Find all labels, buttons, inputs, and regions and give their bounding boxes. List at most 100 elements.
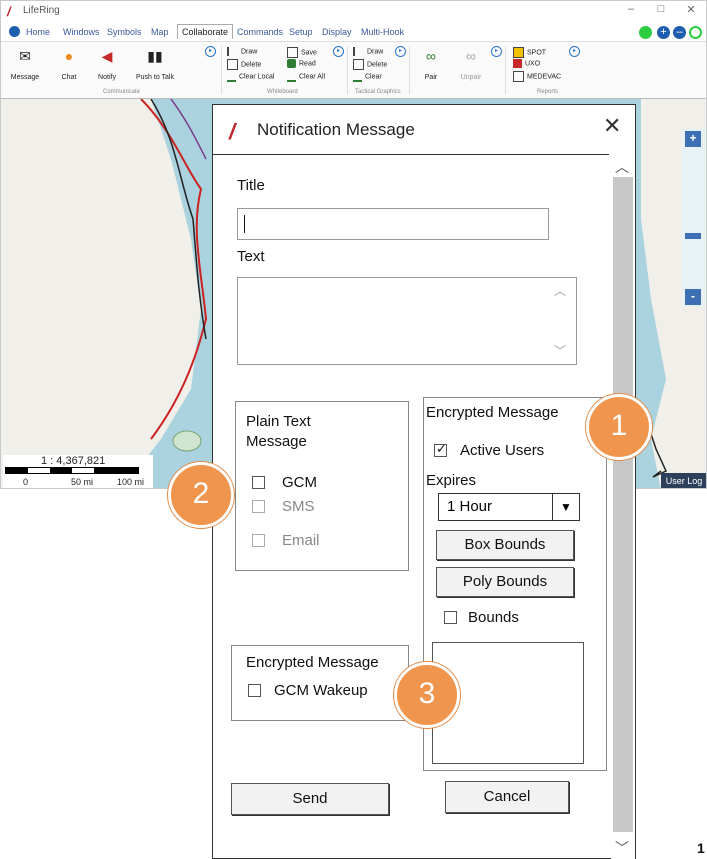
unlink-icon: ∞ bbox=[466, 48, 476, 64]
pairing-expand-icon[interactable]: ▸ bbox=[491, 46, 502, 57]
menu-map[interactable]: Map bbox=[151, 27, 169, 37]
gps-icon[interactable] bbox=[689, 26, 702, 39]
page-number: 1 bbox=[697, 840, 705, 856]
group-label-tactical: Tactical Graphics bbox=[355, 89, 401, 95]
lifering-logo-icon: / bbox=[229, 119, 236, 144]
plain-text-label: Plain Text Message bbox=[246, 413, 311, 450]
dialog-close-button[interactable]: ✕ bbox=[603, 113, 621, 139]
encrypted-wakeup-group: Encrypted Message GCM Wakeup bbox=[231, 645, 409, 721]
wb-draw-item[interactable]: Draw bbox=[227, 47, 257, 56]
group-divider bbox=[505, 46, 506, 94]
close-button[interactable]: ✕ bbox=[681, 3, 701, 16]
title-bar: / LifeRing – □ ✕ bbox=[1, 1, 706, 23]
scale-tick: 100 mi bbox=[117, 477, 145, 487]
scale-tick: 0 bbox=[23, 477, 29, 487]
whiteboard-expand-icon[interactable]: ▸ bbox=[333, 46, 344, 57]
island bbox=[172, 430, 202, 452]
app-logo-icon: / bbox=[7, 4, 11, 19]
push-to-talk-button[interactable]: ▮▮ Push to Talk bbox=[127, 48, 183, 81]
minimize-button[interactable]: – bbox=[621, 3, 641, 15]
menu-home[interactable]: Home bbox=[26, 27, 50, 37]
box-bounds-button[interactable]: Box Bounds bbox=[436, 530, 574, 560]
message-button[interactable]: ✉ Message bbox=[3, 48, 47, 81]
tactical-expand-icon[interactable]: ▸ bbox=[395, 46, 406, 57]
cancel-button[interactable]: Cancel bbox=[445, 781, 569, 813]
wb-delete-item[interactable]: Delete bbox=[227, 59, 261, 70]
group-divider bbox=[221, 46, 222, 94]
tg-delete-item[interactable]: Delete bbox=[353, 59, 387, 70]
tg-clear-item[interactable]: Clear bbox=[353, 71, 382, 82]
sms-checkbox[interactable] bbox=[252, 500, 265, 513]
send-button[interactable]: Send bbox=[231, 783, 389, 815]
scale-ratio: 1 : 4,367,821 bbox=[41, 455, 106, 467]
user-log-button[interactable]: User Log bbox=[661, 473, 706, 488]
scroll-up-icon[interactable]: ︿ bbox=[615, 157, 629, 177]
expires-select[interactable]: 1 Hour ▼ bbox=[438, 493, 580, 521]
poly-bounds-button[interactable]: Poly Bounds bbox=[436, 567, 574, 597]
title-input[interactable] bbox=[237, 208, 549, 240]
add-icon[interactable]: + bbox=[657, 26, 670, 39]
title-label: Title bbox=[237, 177, 265, 194]
app-menu-icon[interactable] bbox=[9, 26, 20, 37]
report-spot-item[interactable]: SPOT bbox=[513, 47, 546, 58]
medevac-report-icon bbox=[513, 71, 524, 82]
scale-segment bbox=[6, 468, 28, 473]
bounds-label: Bounds bbox=[468, 609, 519, 626]
report-uxo-item[interactable]: UXO bbox=[513, 59, 540, 68]
text-area[interactable]: ︿ ﹀ bbox=[237, 277, 577, 365]
wb-read-item[interactable]: Read bbox=[287, 59, 316, 68]
wb-clear-local-item[interactable]: Clear Local bbox=[227, 71, 274, 82]
menu-commands[interactable]: Commands bbox=[237, 27, 283, 37]
menu-multi-hook[interactable]: Multi-Hook bbox=[361, 27, 404, 37]
menu-collaborate[interactable]: Collaborate bbox=[177, 24, 234, 39]
menu-bar: Home Windows Symbols Map Collaborate Com… bbox=[1, 23, 706, 42]
scroll-down-icon[interactable]: ﹀ bbox=[615, 838, 629, 858]
tg-draw-item[interactable]: Draw bbox=[353, 47, 383, 56]
wb-clear-all-item[interactable]: Clear All bbox=[287, 71, 325, 82]
email-checkbox[interactable] bbox=[252, 534, 265, 547]
gcm-checkbox[interactable] bbox=[252, 476, 265, 489]
zoom-out-button[interactable]: - bbox=[685, 289, 701, 305]
reports-expand-icon[interactable]: ▸ bbox=[569, 46, 580, 57]
text-cursor bbox=[244, 215, 245, 233]
expires-value: 1 Hour bbox=[447, 498, 493, 515]
dialog-title: Notification Message bbox=[257, 120, 415, 139]
zoom-in-button[interactable]: + bbox=[685, 131, 701, 147]
menu-windows[interactable]: Windows bbox=[63, 27, 100, 37]
maximize-button[interactable]: □ bbox=[651, 3, 671, 15]
pair-button[interactable]: ∞ Pair bbox=[409, 48, 453, 81]
zoom-slider-handle[interactable] bbox=[685, 233, 701, 239]
checkmark-icon: ✓ bbox=[436, 441, 447, 456]
eraser-icon bbox=[227, 71, 236, 82]
eraser-icon bbox=[353, 71, 362, 82]
callout-badge-2: 2 bbox=[168, 462, 234, 528]
expires-label: Expires bbox=[426, 472, 477, 489]
communicate-expand-icon[interactable]: ▸ bbox=[205, 46, 216, 57]
dropdown-arrow-icon[interactable]: ▼ bbox=[552, 494, 579, 520]
land-mass bbox=[1, 99, 201, 488]
menu-setup[interactable]: Setup bbox=[289, 27, 313, 37]
read-icon bbox=[287, 59, 296, 68]
report-medevac-item[interactable]: MEDEVAC bbox=[513, 71, 561, 82]
gcm-wakeup-checkbox[interactable] bbox=[248, 684, 261, 697]
active-users-checkbox[interactable]: ✓ bbox=[434, 441, 447, 457]
scale-bar-graphic bbox=[5, 467, 139, 474]
menu-display[interactable]: Display bbox=[322, 27, 352, 37]
scroll-thumb[interactable] bbox=[613, 177, 633, 832]
dialog-scrollbar[interactable]: ︿ ﹀ bbox=[611, 155, 635, 859]
wb-save-item[interactable]: Save bbox=[287, 47, 317, 58]
unpair-button[interactable]: ∞ Unpair bbox=[449, 48, 493, 81]
remove-icon[interactable]: – bbox=[673, 26, 686, 39]
text-label: Text bbox=[237, 248, 265, 265]
textarea-scroll-up-icon[interactable]: ︿ bbox=[554, 282, 566, 299]
menu-symbols[interactable]: Symbols bbox=[107, 27, 142, 37]
megaphone-icon: ◀ bbox=[101, 48, 113, 64]
chat-bubble-icon: ● bbox=[64, 48, 74, 64]
group-label-communicate: Communicate bbox=[103, 89, 141, 95]
bounds-checkbox[interactable] bbox=[444, 611, 457, 624]
notify-button[interactable]: ◀ Notify bbox=[85, 48, 129, 81]
pen-icon bbox=[353, 47, 364, 56]
trash-icon bbox=[227, 59, 238, 70]
pen-icon bbox=[227, 47, 238, 56]
textarea-scroll-down-icon[interactable]: ﹀ bbox=[554, 342, 566, 359]
